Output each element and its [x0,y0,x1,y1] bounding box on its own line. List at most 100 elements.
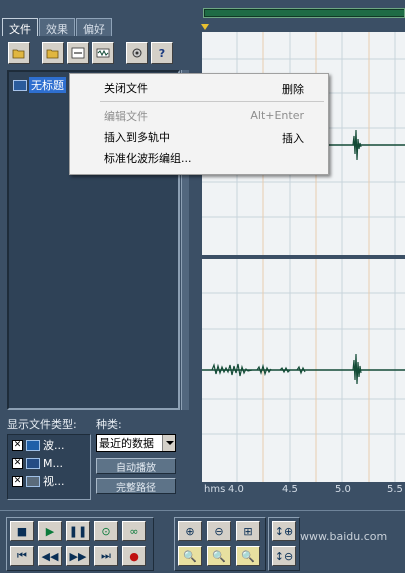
zoom-controls: ⊕ ⊖ ⊞ 🔍 🔍 🔍 [174,517,266,571]
zoom-in-button[interactable]: ⊕ [178,521,202,541]
menu-item-insert-multitrack[interactable]: 插入到多轨中 插入 [70,126,328,147]
play-to-end-button[interactable]: ⊙ [94,521,118,541]
menu-item-close-file[interactable]: 关闭文件 删除 [70,77,328,98]
vertical-zoom-out-icon: ↕⊖ [274,549,294,563]
menu-item-label: 关闭文件 [104,81,148,95]
play-icon: ▶ [45,524,55,538]
zoom-selection-left-icon: 🔍 [183,549,197,563]
menu-item-shortcut: 插入 [282,132,304,145]
open-append-button[interactable] [42,42,64,64]
zoom-selection-button[interactable]: 🔍 [207,546,231,566]
zoom-selection-right-icon: 🔍 [241,549,255,563]
checkbox-icon[interactable]: ✕ [12,475,23,487]
ruler-tick: 5.5 [387,484,403,495]
menu-separator [100,101,324,102]
fast-forward-button[interactable]: ▶▶ [66,546,90,566]
fast-forward-icon: ▶▶ [69,549,87,563]
watermark: www.baidu.com [300,530,388,543]
stop-icon: ■ [16,524,28,538]
kind-select-value: 最近的数据 [99,437,154,450]
stop-button[interactable]: ■ [10,521,34,541]
file-type-wave[interactable]: ✕ 波... [12,437,86,453]
vertical-zoom-in-icon: ↕⊕ [274,524,294,538]
chevron-down-icon[interactable] [162,435,175,451]
menu-item-edit-file[interactable]: 编辑文件 Alt+Enter [70,105,328,126]
file-toolbar: ? [8,42,173,64]
go-to-start-button[interactable]: ⏮ [10,546,34,566]
menu-item-shortcut: Alt+Enter [250,109,304,122]
file-type-midi[interactable]: ✕ M... [12,455,86,471]
help-button[interactable]: ? [151,42,173,64]
menu-item-label: 标准化波形编组... [104,151,192,165]
video-type-icon [26,475,40,487]
vertical-zoom-controls: ↕⊕ ↕⊖ [268,517,300,571]
zoom-in-icon: ⊕ [185,524,195,538]
list-item[interactable]: 无标题 [13,77,66,93]
midi-type-icon [26,457,40,469]
zoom-selection-icon: 🔍 [212,549,226,563]
full-path-button[interactable]: 完整路径 [96,478,176,494]
gear-icon [132,48,142,58]
overview-bar[interactable] [203,8,405,18]
loop-button[interactable]: ∞ [122,521,146,541]
channel-separator [202,255,405,259]
skip-forward-icon: ⏭ [101,549,111,562]
zoom-full-icon: ⊞ [243,524,253,538]
zoom-out-icon: ⊖ [214,524,224,538]
time-ruler[interactable]: hms 4.0 4.5 5.0 5.5 [202,482,405,498]
file-name: 无标题 [29,77,66,93]
wave-type-icon [26,439,40,451]
help-icon: ? [158,46,166,60]
waveform-insert-icon [96,48,110,58]
rewind-button[interactable]: ◀◀ [38,546,62,566]
ruler-tick: 4.5 [282,484,298,495]
file-type-list: ✕ 波... ✕ M... ✕ 视... [7,434,91,500]
zoom-full-button[interactable]: ⊞ [236,521,260,541]
autoplay-button[interactable]: 自动播放 [96,458,176,474]
file-type-label-video: 视... [43,475,65,488]
vertical-zoom-out-button[interactable]: ↕⊖ [272,546,296,566]
menu-item-normalize-group[interactable]: 标准化波形编组... [70,147,328,168]
checkbox-icon[interactable]: ✕ [12,439,23,451]
pause-button[interactable]: ❚❚ [66,521,90,541]
open-file-button[interactable] [8,42,30,64]
overview-range [205,10,404,16]
menu-item-label: 插入到多轨中 [104,130,170,144]
loop-icon: ∞ [129,524,139,538]
record-icon: ● [129,549,139,563]
folder-open-icon [12,49,25,59]
menu-item-shortcut: 删除 [282,83,304,96]
file-properties-button[interactable] [126,42,148,64]
waveform-channel-2 [202,353,405,385]
context-menu: 关闭文件 删除 编辑文件 Alt+Enter 插入到多轨中 插入 标准化波形编组… [69,73,329,175]
tab-effects[interactable]: 效果 [39,18,75,36]
kind-select[interactable]: 最近的数据 [96,434,176,452]
folder-icon [46,49,59,59]
file-type-label-wave: 波... [43,439,65,452]
close-file-icon [71,47,85,59]
checkbox-icon[interactable]: ✕ [12,457,23,469]
file-type-label-midi: M... [43,456,63,470]
ruler-tick: 5.0 [335,484,351,495]
ruler-unit: hms [204,484,226,495]
skip-back-icon: ⏮ [17,549,27,562]
tab-favorites[interactable]: 偏好 [76,18,112,36]
vertical-zoom-in-button[interactable]: ↕⊕ [272,521,296,541]
play-button[interactable]: ▶ [38,521,62,541]
zoom-out-button[interactable]: ⊖ [207,521,231,541]
insert-multitrack-button[interactable] [92,42,114,64]
pause-icon: ❚❚ [68,524,88,538]
zoom-left-button[interactable]: 🔍 [178,546,202,566]
rewind-icon: ◀◀ [41,549,59,563]
close-file-button[interactable] [67,42,89,64]
kind-label: 种类: [96,418,122,431]
file-type-video[interactable]: ✕ 视... [12,473,86,489]
playhead-marker-icon[interactable] [201,24,209,30]
tab-files[interactable]: 文件 [2,18,38,36]
zoom-right-button[interactable]: 🔍 [236,546,260,566]
play-to-end-icon: ⊙ [101,524,111,538]
record-button[interactable]: ● [122,546,146,566]
panel-tabs: 文件 效果 偏好 [2,18,113,36]
go-to-end-button[interactable]: ⏭ [94,546,118,566]
ruler-tick: 4.0 [228,484,244,495]
